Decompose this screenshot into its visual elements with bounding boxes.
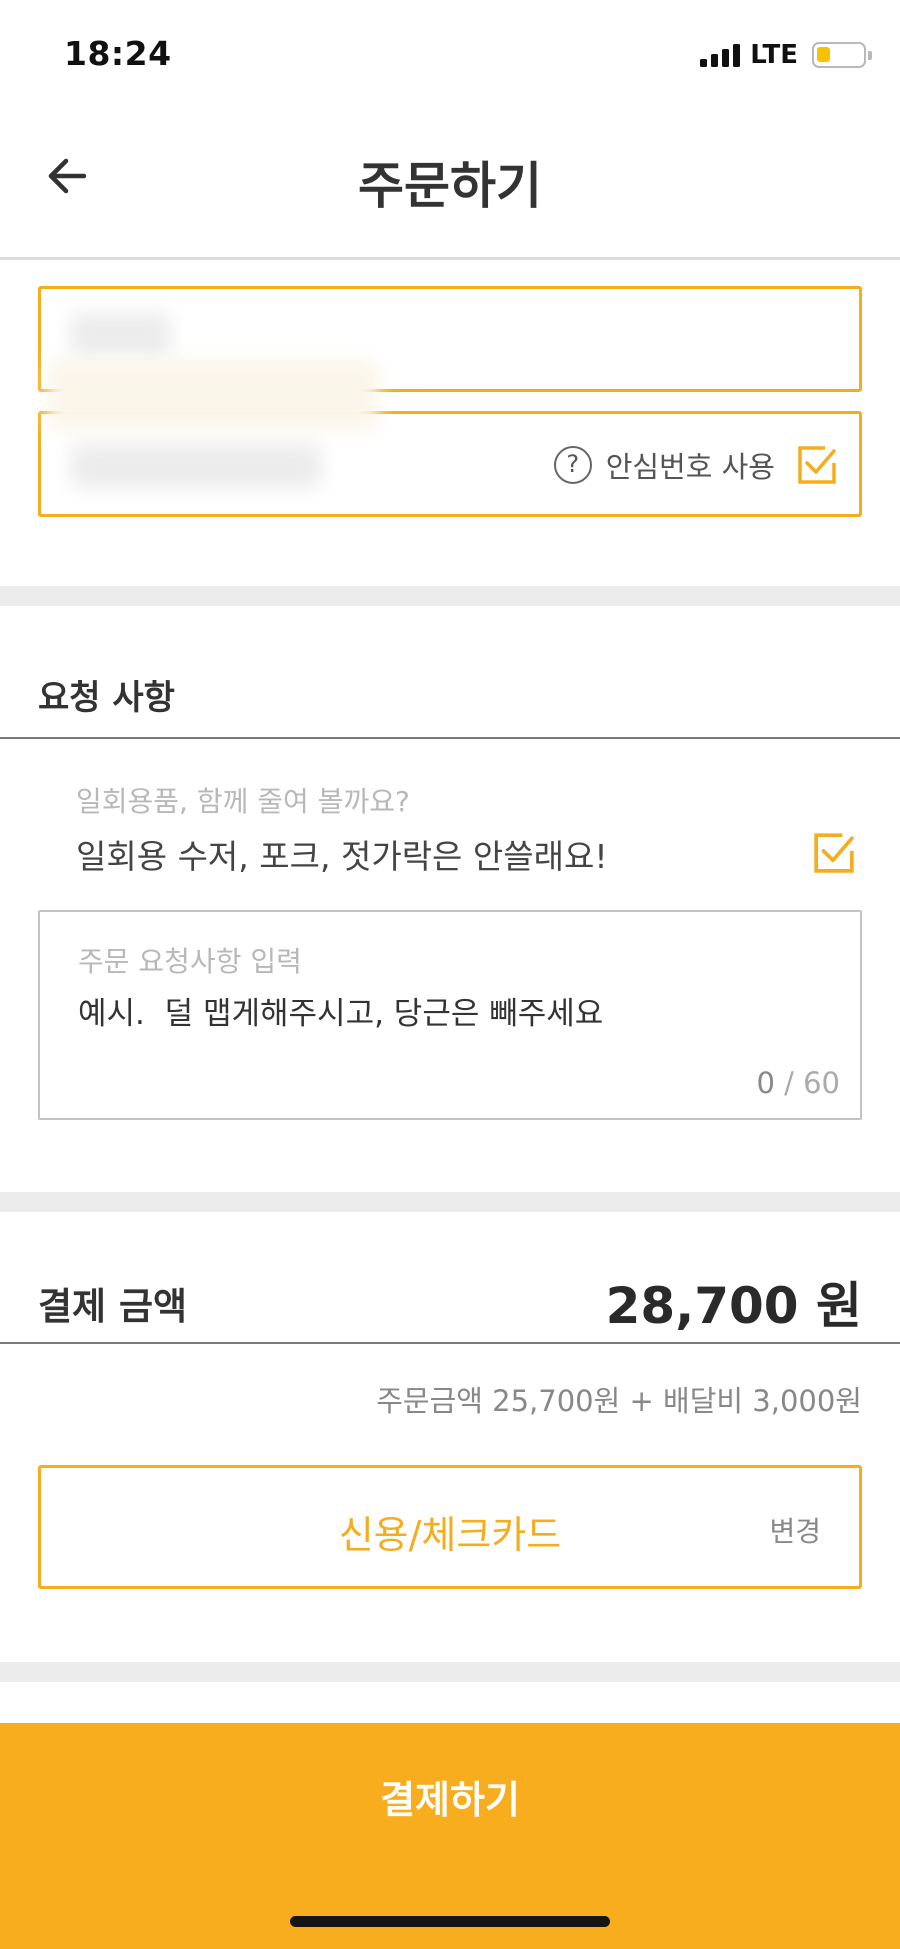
status-time: 18:24 bbox=[64, 34, 172, 73]
payment-section-title: 결제 금액 bbox=[38, 1285, 188, 1328]
change-method-button[interactable]: 변경 bbox=[769, 1510, 821, 1550]
safe-number-label: 안심번호 사용 bbox=[605, 450, 775, 484]
disposable-answer: 일회용 수저, 포크, 젓가락은 안쓸래요! bbox=[76, 837, 608, 876]
checkbox-checked-icon[interactable] bbox=[813, 832, 855, 874]
section-divider bbox=[0, 586, 900, 606]
safe-number-option: ? 안심번호 사용 bbox=[553, 444, 837, 486]
request-input[interactable]: 주문 요청사항 입력 예시. 덜 맵게해주시고, 당근은 빼주세요 0 / 60 bbox=[38, 910, 862, 1120]
question-mark-icon[interactable]: ? bbox=[553, 446, 592, 484]
checkbox-checked-icon[interactable] bbox=[797, 445, 837, 485]
section-line bbox=[0, 1342, 900, 1344]
payment-total: 28,700 원 bbox=[605, 1277, 862, 1335]
disposable-question: 일회용품, 함께 줄여 볼까요? bbox=[76, 785, 410, 818]
status-bar: 18:24 LTE bbox=[0, 0, 900, 110]
home-indicator bbox=[290, 1916, 610, 1927]
pay-button[interactable]: 결제하기 bbox=[0, 1723, 900, 1949]
payment-method: 신용/체크카드 bbox=[338, 1513, 562, 1557]
pay-button-label: 결제하기 bbox=[380, 1778, 520, 1822]
signal-icon bbox=[700, 43, 741, 67]
char-counter: 0 / 60 bbox=[756, 1066, 840, 1100]
battery-level bbox=[817, 47, 830, 62]
status-indicators: LTE bbox=[700, 40, 872, 70]
request-placeholder: 주문 요청사항 입력 bbox=[78, 945, 302, 978]
battery-icon bbox=[812, 42, 872, 68]
redacted-phone bbox=[71, 444, 321, 488]
redacted-name bbox=[71, 313, 171, 357]
section-divider bbox=[0, 1192, 900, 1212]
request-example: 예시. 덜 맵게해주시고, 당근은 빼주세요 bbox=[78, 996, 604, 1032]
char-limit: / 60 bbox=[784, 1066, 840, 1100]
network-type: LTE bbox=[750, 40, 798, 70]
payment-breakdown: 주문금액 25,700원 + 배달비 3,000원 bbox=[376, 1384, 862, 1418]
payment-method-selector[interactable]: 신용/체크카드 변경 bbox=[38, 1465, 862, 1589]
section-line bbox=[0, 737, 900, 739]
page-title: 주문하기 bbox=[358, 157, 542, 215]
redaction-overlay bbox=[48, 360, 378, 430]
header: 주문하기 bbox=[0, 110, 900, 260]
section-divider bbox=[0, 1662, 900, 1682]
char-count: 0 bbox=[756, 1066, 775, 1100]
request-section-title: 요청 사항 bbox=[38, 678, 175, 718]
